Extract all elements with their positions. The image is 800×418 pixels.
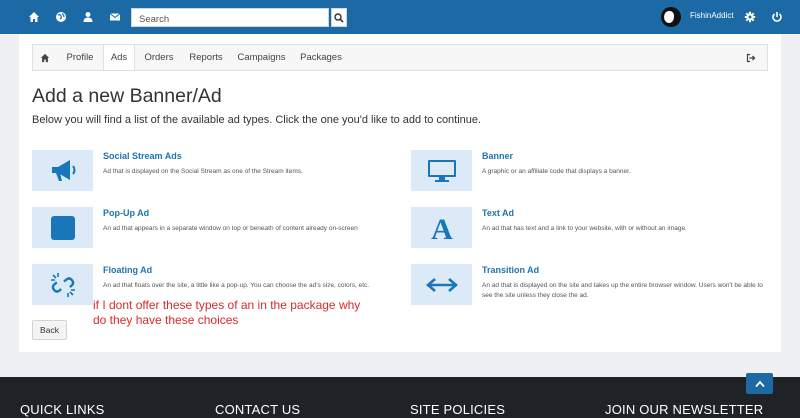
content-card: Profile Ads Orders Reports Campaigns Pac…	[19, 34, 781, 352]
ad-type-transition-title[interactable]: Transition Ad	[482, 265, 539, 275]
footer-heading-quick-links: QUICK LINKS	[20, 402, 105, 417]
tab-packages[interactable]: Packages	[295, 45, 347, 70]
search-input[interactable]	[132, 11, 328, 28]
ad-type-social-stream-desc: Ad that is displayed on the Social Strea…	[103, 168, 303, 175]
ad-type-text-title[interactable]: Text Ad	[482, 208, 514, 218]
tab-profile[interactable]: Profile	[59, 45, 101, 70]
home-icon	[40, 53, 50, 62]
tab-bar: Profile Ads Orders Reports Campaigns Pac…	[32, 44, 768, 71]
home-icon[interactable]	[26, 9, 42, 25]
ad-type-floating-title[interactable]: Floating Ad	[103, 265, 152, 275]
power-icon[interactable]	[769, 9, 785, 25]
page-intro: Below you will find a list of the availa…	[32, 114, 482, 126]
tab-home[interactable]	[33, 45, 57, 70]
search-button[interactable]	[331, 8, 347, 27]
ad-type-banner-desc: A graphic or an affiliate code that disp…	[482, 168, 631, 175]
ad-type-popup-title[interactable]: Pop-Up Ad	[103, 208, 149, 218]
ad-type-transition-tile[interactable]	[411, 264, 472, 305]
site-footer: QUICK LINKS CONTACT US SITE POLICIES JOI…	[0, 377, 800, 418]
footer-heading-newsletter: JOIN OUR NEWSLETTER	[605, 402, 764, 417]
ad-type-social-stream-title[interactable]: Social Stream Ads	[103, 151, 182, 161]
broken-link-icon	[50, 272, 75, 297]
ad-type-text-desc: An ad that has text and a link to your w…	[482, 225, 687, 232]
letter-a-icon: A	[431, 214, 453, 242]
tab-orders[interactable]: Orders	[137, 45, 181, 70]
megaphone-icon	[51, 159, 75, 181]
search-field[interactable]	[131, 8, 329, 28]
username-label[interactable]: FishinAddict	[690, 11, 734, 20]
tab-ads[interactable]: Ads	[103, 45, 135, 70]
ad-type-floating-desc: An ad that floats over the site, a littl…	[103, 282, 370, 289]
tab-campaigns[interactable]: Campaigns	[231, 45, 292, 70]
scroll-to-top-button[interactable]	[746, 373, 773, 394]
page-title: Add a new Banner/Ad	[32, 85, 222, 107]
ad-type-popup-desc: An ad that appears in a separate window …	[103, 225, 358, 232]
ad-type-transition-desc: An ad that is displayed on the site and …	[482, 282, 763, 299]
footer-heading-site-policies: SITE POLICIES	[410, 402, 506, 417]
user-avatar[interactable]	[661, 7, 681, 27]
monitor-icon	[427, 159, 456, 182]
ad-type-social-stream-tile[interactable]	[32, 150, 93, 191]
messages-icon[interactable]	[107, 9, 123, 25]
ad-type-floating-tile[interactable]	[32, 264, 93, 305]
tab-reports[interactable]: Reports	[183, 45, 229, 70]
ad-type-banner-tile[interactable]	[411, 150, 472, 191]
ad-type-popup-tile[interactable]	[32, 207, 93, 248]
exit-icon[interactable]	[745, 52, 757, 64]
chevron-up-icon	[754, 380, 765, 387]
back-button[interactable]: Back	[32, 320, 67, 340]
ad-type-banner-title[interactable]: Banner	[482, 151, 513, 161]
search-icon	[334, 12, 344, 23]
gear-icon[interactable]	[742, 9, 758, 25]
ad-type-text-tile[interactable]: A	[411, 207, 472, 248]
svg-text:A: A	[431, 214, 453, 242]
top-navbar: FishinAddict	[0, 0, 800, 34]
square-icon	[50, 215, 75, 240]
annotation-note: if I dont offer these types of an in the…	[93, 298, 361, 327]
footer-heading-contact-us: CONTACT US	[215, 402, 301, 417]
globe-icon[interactable]	[53, 9, 69, 25]
arrows-horizontal-icon	[425, 277, 458, 292]
user-icon[interactable]	[80, 9, 96, 25]
